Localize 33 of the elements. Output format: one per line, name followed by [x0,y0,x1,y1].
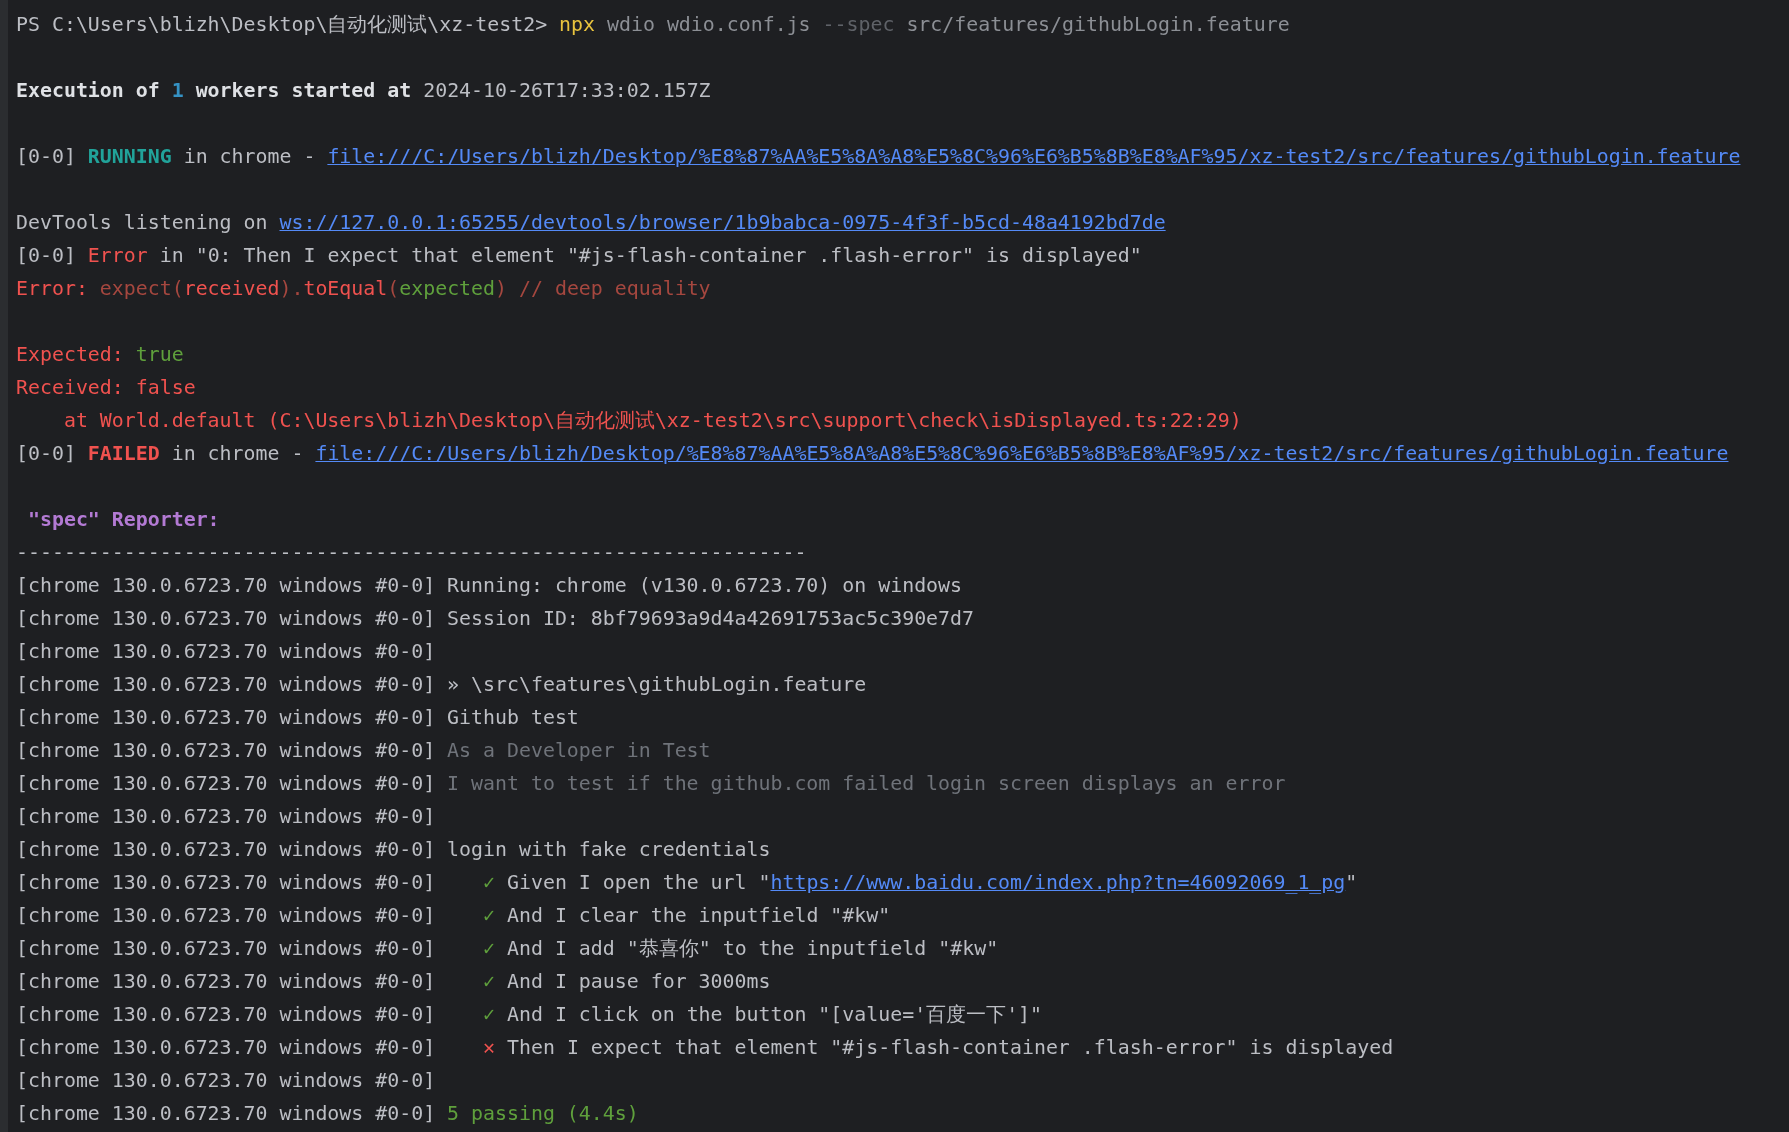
terminal-line: Error: expect(received).toEqual(expected) // deep equality [16,276,711,302]
terminal-line: [chrome 130.0.6723.70 windows #0-0] ✓ And I click on the button "[value='百度一下']" [16,1002,1043,1028]
terminal-line: [chrome 130.0.6723.70 windows #0-0] ✓ And I clear the inputfield "#kw" [16,903,891,929]
terminal-line: [chrome 130.0.6723.70 windows #0-0] Running: chrome (v130.0.6723.70) on windows [16,573,963,599]
terminal-line: DevTools listening on ws://127.0.0.1:65255/devtools/browser/1b9babca-0975-4f3f-b5cd-48a4192bd7de [16,210,1166,236]
terminal-line: [chrome 130.0.6723.70 windows #0-0] ✓ And I add "恭喜你" to the inputfield "#kw" [16,936,999,962]
terminal-line: Execution of 1 workers started at 2024-10-26T17:33:02.157Z [16,78,711,104]
terminal-line: [chrome 130.0.6723.70 windows #0-0] I want to test if the github.com failed login screen displays an error [16,771,1286,797]
link[interactable]: https://www.baidu.com/index.php?tn=46092069_1_pg [770,871,1346,894]
terminal-line: "spec" Reporter: [26,507,220,533]
terminal-line: [chrome 130.0.6723.70 windows #0-0] [16,804,436,830]
terminal-line: at World.default (C:\Users\blizh\Desktop\自动化测试\xz-test2\src\support\check\isDisplayed.ts:22:29) [62,408,1242,434]
terminal-line: [chrome 130.0.6723.70 windows #0-0] 5 passing (4.4s) [16,1101,639,1127]
terminal-line: [chrome 130.0.6723.70 windows #0-0] Github test [16,705,579,731]
terminal-line: [chrome 130.0.6723.70 windows #0-0] [16,639,436,665]
terminal-line: [chrome 130.0.6723.70 windows #0-0] login with fake credentials [16,837,771,863]
terminal-line: [chrome 130.0.6723.70 windows #0-0] [16,1068,436,1094]
terminal-line: [chrome 130.0.6723.70 windows #0-0] ✕ Then I expect that element "#js-flash-container .flash-error" is displayed [16,1035,1394,1061]
terminal-line: [0-0] FAILED in chrome - file:///C:/Users/blizh/Desktop/%E8%87%AA%E5%8A%A8%E5%8C%96%E6%B5%8B%E8%AF%95/xz-test2/src/features/githubLogin.feature [16,441,1729,467]
link[interactable]: ws://127.0.0.1:65255/devtools/browser/1b9babca-0975-4f3f-b5cd-48a4192bd7de [279,211,1166,234]
terminal-line: [0-0] RUNNING in chrome - file:///C:/Users/blizh/Desktop/%E8%87%AA%E5%8A%A8%E5%8C%96%E6%B5%8B%E8%AF%95/xz-test2/src/features/githubLogin.feature [16,144,1741,170]
terminal-line: [chrome 130.0.6723.70 windows #0-0] ✓ And I pause for 3000ms [16,969,771,995]
terminal-line: [chrome 130.0.6723.70 windows #0-0] ✓ Given I open the url "https://www.baidu.com/index.php?tn=46092069_1_pg" [16,870,1358,896]
link[interactable]: file:///C:/Users/blizh/Desktop/%E8%87%AA%E5%8A%A8%E5%8C%96%E6%B5%8B%E8%AF%95/xz-test2/src/features/githubLogin.feature [315,442,1729,465]
terminal-line: ------------------------------------------------------------------ [16,540,807,566]
terminal-line: [0-0] Error in "0: Then I expect that element "#js-flash-container .flash-error" is displayed" [16,243,1142,269]
terminal-line: Received: false [16,375,196,401]
terminal-line: [chrome 130.0.6723.70 windows #0-0] Session ID: 8bf79693a9d4a42691753ac5c390e7d7 [16,606,974,632]
terminal-line: [chrome 130.0.6723.70 windows #0-0] » \src\features\githubLogin.feature [16,672,867,698]
link[interactable]: file:///C:/Users/blizh/Desktop/%E8%87%AA%E5%8A%A8%E5%8C%96%E6%B5%8B%E8%AF%95/xz-test2/src/features/githubLogin.feature [327,145,1741,168]
terminal-line: [chrome 130.0.6723.70 windows #0-0] As a Developer in Test [16,738,711,764]
terminal-line: Expected: true [16,342,184,368]
terminal-line: PS C:\Users\blizh\Desktop\自动化测试\xz-test2> npx wdio wdio.conf.js --spec src/features/githubLogin.feature [16,12,1290,38]
